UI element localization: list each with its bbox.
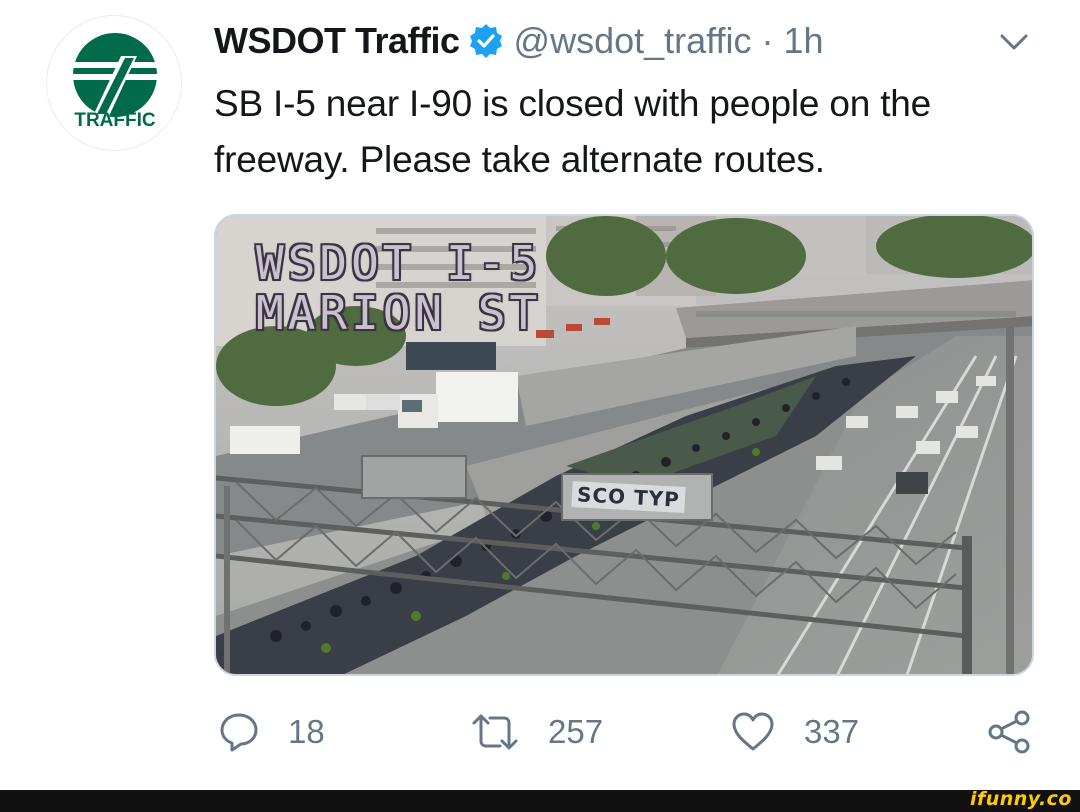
retweet-button[interactable]: 257	[470, 708, 603, 756]
tweet-media-image[interactable]: WSDOT I-5 MARION ST SCO TYP	[214, 214, 1034, 676]
separator-dot: ·	[761, 20, 774, 61]
avatar[interactable]: TRAFFIC	[46, 15, 182, 151]
reply-count: 18	[288, 713, 325, 750]
tweet-actions: 18 257 337	[0, 700, 1080, 764]
handle[interactable]: @wsdot_traffic	[514, 20, 752, 62]
heart-icon	[732, 712, 774, 751]
tweet-text: SB I-5 near I-90 is closed with people o…	[214, 83, 932, 180]
timestamp[interactable]: 1h	[784, 20, 824, 62]
camera-label-line1: WSDOT I-5	[256, 236, 542, 290]
camera-label: WSDOT I-5 MARION ST	[256, 238, 541, 338]
retweet-icon	[472, 714, 518, 750]
avatar-label: TRAFFIC	[74, 110, 156, 131]
reply-button[interactable]: 18	[218, 708, 325, 756]
display-name[interactable]: WSDOT Traffic	[214, 20, 460, 62]
share-icon	[988, 710, 1030, 754]
share-button[interactable]	[986, 708, 1032, 756]
ifunny-watermark: ifunny.co	[969, 788, 1072, 810]
like-count: 337	[804, 713, 860, 750]
verified-badge-icon	[469, 24, 502, 58]
reply-icon	[220, 713, 258, 752]
tweet-header: WSDOT Traffic @wsdot_traffic · 1h	[214, 18, 824, 64]
chevron-down-icon[interactable]	[998, 30, 1030, 54]
footer-bar: ifunny.co	[0, 788, 1080, 812]
like-button[interactable]: 337	[730, 708, 859, 756]
camera-label-line2: MARION ST	[256, 286, 542, 340]
retweet-count: 257	[548, 713, 604, 750]
